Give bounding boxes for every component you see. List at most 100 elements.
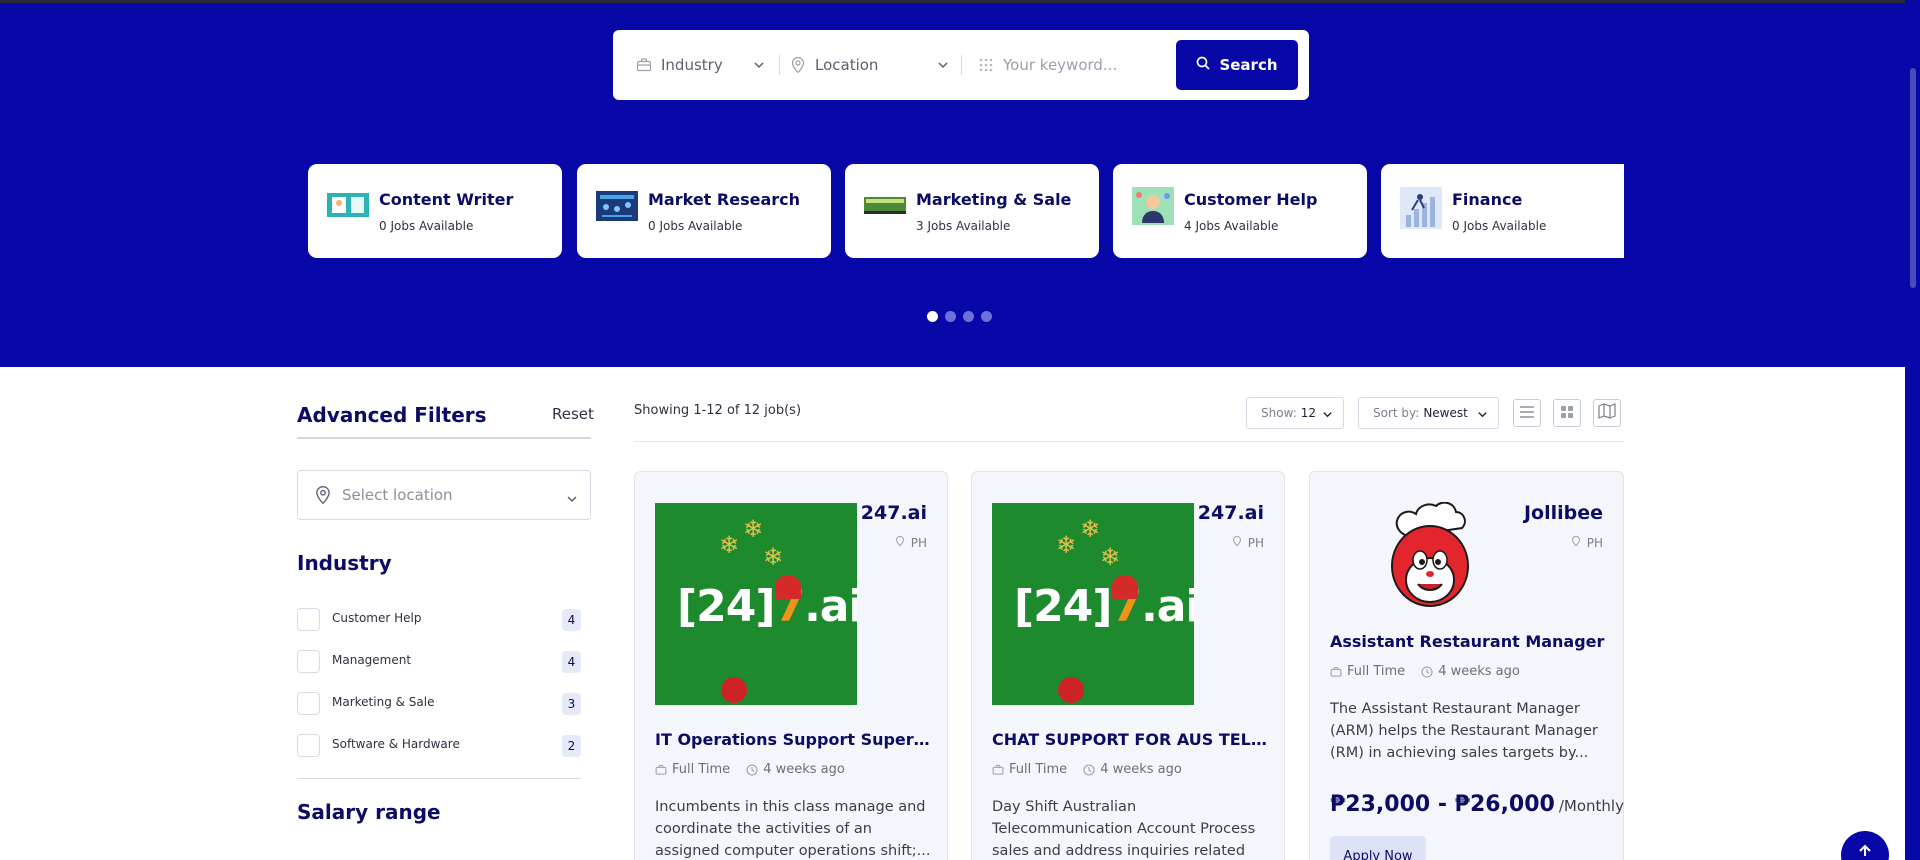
industry-select[interactable]: Industry bbox=[635, 30, 765, 100]
industry-checkbox[interactable] bbox=[297, 692, 320, 715]
chevron-down-icon bbox=[566, 491, 578, 509]
briefcase-icon bbox=[992, 764, 1004, 776]
industry-count-badge: 3 bbox=[562, 693, 581, 715]
search-icon bbox=[1196, 56, 1211, 74]
industry-option[interactable]: Management 4 bbox=[297, 648, 581, 674]
briefcase-icon bbox=[635, 56, 653, 74]
job-card[interactable]: ❄ ❄ ❄ [24]7.ai 247.ai PH CHAT SUPPORT FO… bbox=[971, 471, 1285, 860]
chevron-down-icon bbox=[753, 57, 765, 75]
snowflake-ornament: ❄ bbox=[1080, 515, 1101, 543]
finance-thumbnail bbox=[1400, 187, 1442, 229]
job-type: Full Time bbox=[1009, 762, 1068, 777]
location-pin-icon bbox=[314, 485, 332, 505]
category-count: 0 Jobs Available bbox=[379, 219, 474, 233]
job-title-link[interactable]: Assistant Restaurant Manager bbox=[1330, 632, 1606, 651]
industry-count-badge: 4 bbox=[562, 609, 581, 631]
company-name[interactable]: Jollibee bbox=[1524, 502, 1603, 524]
toolbar-divider bbox=[634, 441, 1624, 442]
location-pin-icon bbox=[1571, 535, 1581, 550]
map-view-button[interactable] bbox=[1593, 399, 1621, 427]
logo-text: .ai bbox=[804, 581, 857, 632]
scrollbar-thumb[interactable] bbox=[1910, 68, 1916, 288]
search-button[interactable]: Search bbox=[1176, 40, 1298, 90]
grid-view-button[interactable] bbox=[1553, 399, 1581, 427]
job-title-link[interactable]: CHAT SUPPORT FOR AUS TELCO bbox=[992, 730, 1268, 749]
sort-by-select[interactable]: Sort by: Newest bbox=[1358, 397, 1499, 429]
industry-checkbox[interactable] bbox=[297, 650, 320, 673]
results-count: Showing 1-12 of 12 job(s) bbox=[634, 403, 802, 418]
industry-option[interactable]: Customer Help 4 bbox=[297, 606, 581, 632]
content-writer-thumbnail bbox=[327, 187, 369, 225]
chevron-down-icon bbox=[1477, 409, 1488, 423]
industry-divider bbox=[297, 778, 581, 779]
job-description: The Assistant Restaurant Manager (ARM) h… bbox=[1330, 701, 1598, 761]
industry-filter-title: Industry bbox=[297, 551, 392, 575]
location-filter-placeholder: Select location bbox=[342, 486, 453, 504]
keyword-input[interactable]: Your keyword... bbox=[977, 30, 1157, 100]
carousel-dot-3[interactable] bbox=[963, 311, 974, 322]
show-per-page-select[interactable]: Show: 12 bbox=[1246, 397, 1344, 429]
list-view-button[interactable] bbox=[1513, 399, 1541, 427]
snowflake-ornament: ❄ bbox=[719, 531, 740, 559]
job-card[interactable]: Jollibee PH Assistant Restaurant Manager… bbox=[1309, 471, 1624, 860]
location-filter-select[interactable]: Select location bbox=[297, 470, 591, 520]
snowflake-ornament: ❄ bbox=[743, 515, 764, 543]
advanced-filters-title: Advanced Filters bbox=[297, 403, 487, 427]
christmas-bauble bbox=[721, 677, 747, 703]
industry-select-label: Industry bbox=[661, 56, 723, 74]
category-count: 0 Jobs Available bbox=[1452, 219, 1547, 233]
location-select[interactable]: Location bbox=[789, 30, 949, 100]
reset-filters-link[interactable]: Reset bbox=[552, 405, 594, 423]
clock-icon bbox=[746, 763, 758, 776]
category-card-market-research[interactable]: Market Research 0 Jobs Available bbox=[577, 164, 831, 258]
company-logo: ❄ ❄ ❄ [24]7.ai bbox=[655, 503, 857, 705]
keyword-grid-icon bbox=[977, 56, 995, 74]
show-label: Show: bbox=[1261, 406, 1297, 420]
industry-count-badge: 2 bbox=[562, 735, 581, 757]
job-title-link[interactable]: IT Operations Support Supervisor bbox=[655, 730, 931, 749]
industry-checkbox[interactable] bbox=[297, 734, 320, 757]
christmas-bauble bbox=[1058, 677, 1084, 703]
apply-now-button[interactable]: Apply Now bbox=[1330, 836, 1426, 860]
job-country: PH bbox=[1586, 535, 1603, 550]
location-pin-icon bbox=[1232, 535, 1242, 550]
category-card-customer-help[interactable]: Customer Help 4 Jobs Available bbox=[1113, 164, 1367, 258]
job-card[interactable]: ❄ ❄ ❄ [24]7.ai 247.ai PH IT Operations S… bbox=[634, 471, 948, 860]
company-logo: ❄ ❄ ❄ [24]7.ai bbox=[992, 503, 1194, 705]
industry-option-label: Management bbox=[332, 653, 412, 667]
carousel-dot-4[interactable] bbox=[981, 311, 992, 322]
category-title: Marketing & Sale bbox=[916, 190, 1072, 209]
company-name[interactable]: 247.ai bbox=[861, 502, 927, 524]
scroll-to-top-button[interactable] bbox=[1841, 831, 1889, 860]
category-card-finance[interactable]: Finance 0 Jobs Available bbox=[1381, 164, 1624, 258]
company-name[interactable]: 247.ai bbox=[1198, 502, 1264, 524]
logo-text: [24] bbox=[1014, 581, 1112, 632]
carousel-dot-1[interactable] bbox=[927, 311, 938, 322]
industry-option[interactable]: Software & Hardware 2 bbox=[297, 732, 581, 758]
salary-range-title: Salary range bbox=[297, 800, 441, 824]
job-description: Incumbents in this class manage and coor… bbox=[655, 799, 931, 859]
industry-option-label: Marketing & Sale bbox=[332, 695, 435, 709]
logo-text: [24] bbox=[677, 581, 775, 632]
job-meta: Full Time 4 weeks ago bbox=[655, 762, 845, 777]
category-card-marketing-sale[interactable]: Marketing & Sale 3 Jobs Available bbox=[845, 164, 1099, 258]
job-posted: 4 weeks ago bbox=[1438, 664, 1520, 679]
job-description: Day Shift Australian Telecommunication A… bbox=[992, 799, 1256, 859]
carousel-dot-2[interactable] bbox=[945, 311, 956, 322]
industry-option-label: Customer Help bbox=[332, 611, 422, 625]
logo-text: .ai bbox=[1141, 581, 1194, 632]
arrow-up-icon bbox=[1858, 843, 1872, 860]
location-pin-icon bbox=[895, 535, 905, 550]
category-title: Market Research bbox=[648, 190, 800, 209]
job-location: PH bbox=[895, 535, 927, 550]
santa-hat bbox=[775, 575, 801, 599]
santa-hat bbox=[1112, 575, 1138, 599]
company-logo bbox=[1370, 501, 1490, 612]
snowflake-ornament: ❄ bbox=[1056, 531, 1077, 559]
clock-icon bbox=[1421, 665, 1433, 678]
location-select-label: Location bbox=[815, 56, 879, 74]
industry-checkbox[interactable] bbox=[297, 608, 320, 631]
industry-option[interactable]: Marketing & Sale 3 bbox=[297, 690, 581, 716]
category-card-content-writer[interactable]: Content Writer 0 Jobs Available bbox=[308, 164, 562, 258]
show-value: 12 bbox=[1300, 406, 1317, 420]
